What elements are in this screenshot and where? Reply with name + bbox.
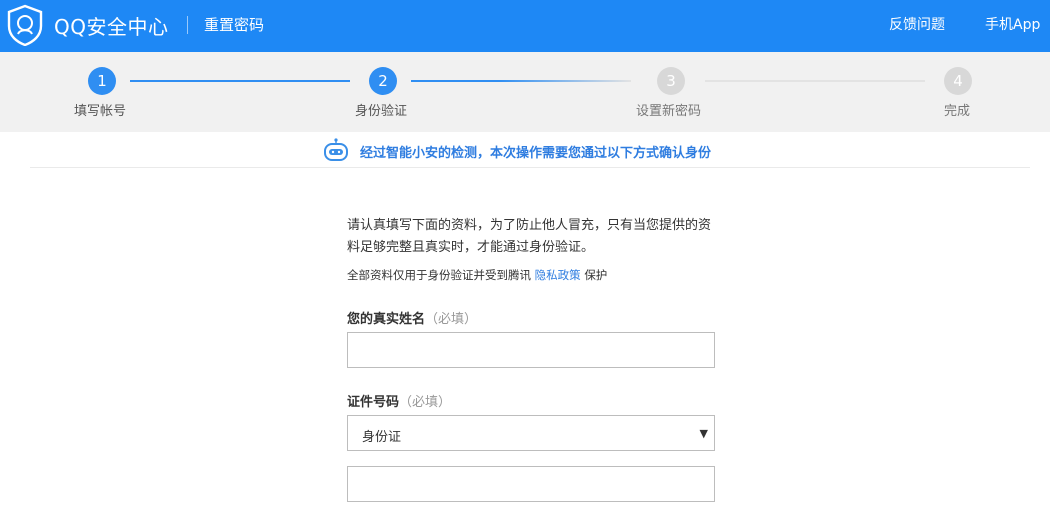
- top-header: QQ安全中心 重置密码 反馈问题 手机App: [0, 0, 1050, 52]
- step-line-2-3: [411, 80, 631, 82]
- step-4-circle: 4: [944, 67, 972, 95]
- id-label-text: 证件号码: [347, 395, 400, 410]
- real-name-input[interactable]: [347, 332, 715, 368]
- privacy-suffix: 保护: [584, 268, 608, 282]
- notice-text: 经过智能小安的检测，本次操作需要您通过以下方式确认身份: [360, 146, 712, 161]
- page-subtitle: 重置密码: [204, 16, 265, 34]
- step-3-label: 设置新密码: [636, 104, 702, 119]
- dropdown-caret-icon: ▼: [699, 427, 708, 440]
- step-1-circle: 1: [88, 67, 116, 95]
- id-label: 证件号码（必填）: [347, 391, 451, 410]
- step-2-circle: 2: [369, 67, 397, 95]
- id-number-input[interactable]: [347, 466, 715, 502]
- id-type-value: 身份证: [362, 430, 402, 445]
- name-label-text: 您的真实姓名: [347, 312, 426, 327]
- step-2-label: 身份验证: [355, 104, 408, 119]
- name-required-hint: （必填）: [425, 312, 478, 327]
- qq-shield-logo-icon[interactable]: [6, 4, 44, 46]
- robot-icon: [324, 138, 348, 161]
- privacy-prefix: 全部资料仅用于身份验证并受到腾讯: [347, 268, 531, 282]
- privacy-note: 全部资料仅用于身份验证并受到腾讯 隐私政策 保护: [347, 267, 717, 283]
- progress-steps: 1 填写帐号 2 身份验证 3 设置新密码 4 完成: [0, 52, 1050, 132]
- step-line-3-4: [705, 80, 925, 82]
- mobile-app-link[interactable]: 手机App: [985, 14, 1040, 34]
- brand-title[interactable]: QQ安全中心: [54, 11, 168, 40]
- step-line-1-2: [130, 80, 350, 82]
- id-required-hint: （必填）: [399, 395, 452, 410]
- privacy-policy-link[interactable]: 隐私政策: [535, 268, 581, 282]
- id-type-select[interactable]: 身份证 ▼: [347, 415, 715, 451]
- step-4-label: 完成: [944, 104, 971, 119]
- header-divider: [187, 16, 188, 34]
- verification-notice: 经过智能小安的检测，本次操作需要您通过以下方式确认身份: [30, 132, 1030, 168]
- name-label: 您的真实姓名（必填）: [347, 308, 477, 327]
- form-intro: 请认真填写下面的资料，为了防止他人冒充，只有当您提供的资料足够完整且真实时，才能…: [347, 218, 712, 255]
- step-1-label: 填写帐号: [74, 104, 127, 119]
- feedback-link[interactable]: 反馈问题: [889, 14, 945, 34]
- identity-form: 请认真填写下面的资料，为了防止他人冒充，只有当您提供的资料足够完整且真实时，才能…: [347, 215, 717, 502]
- step-3-circle: 3: [657, 67, 685, 95]
